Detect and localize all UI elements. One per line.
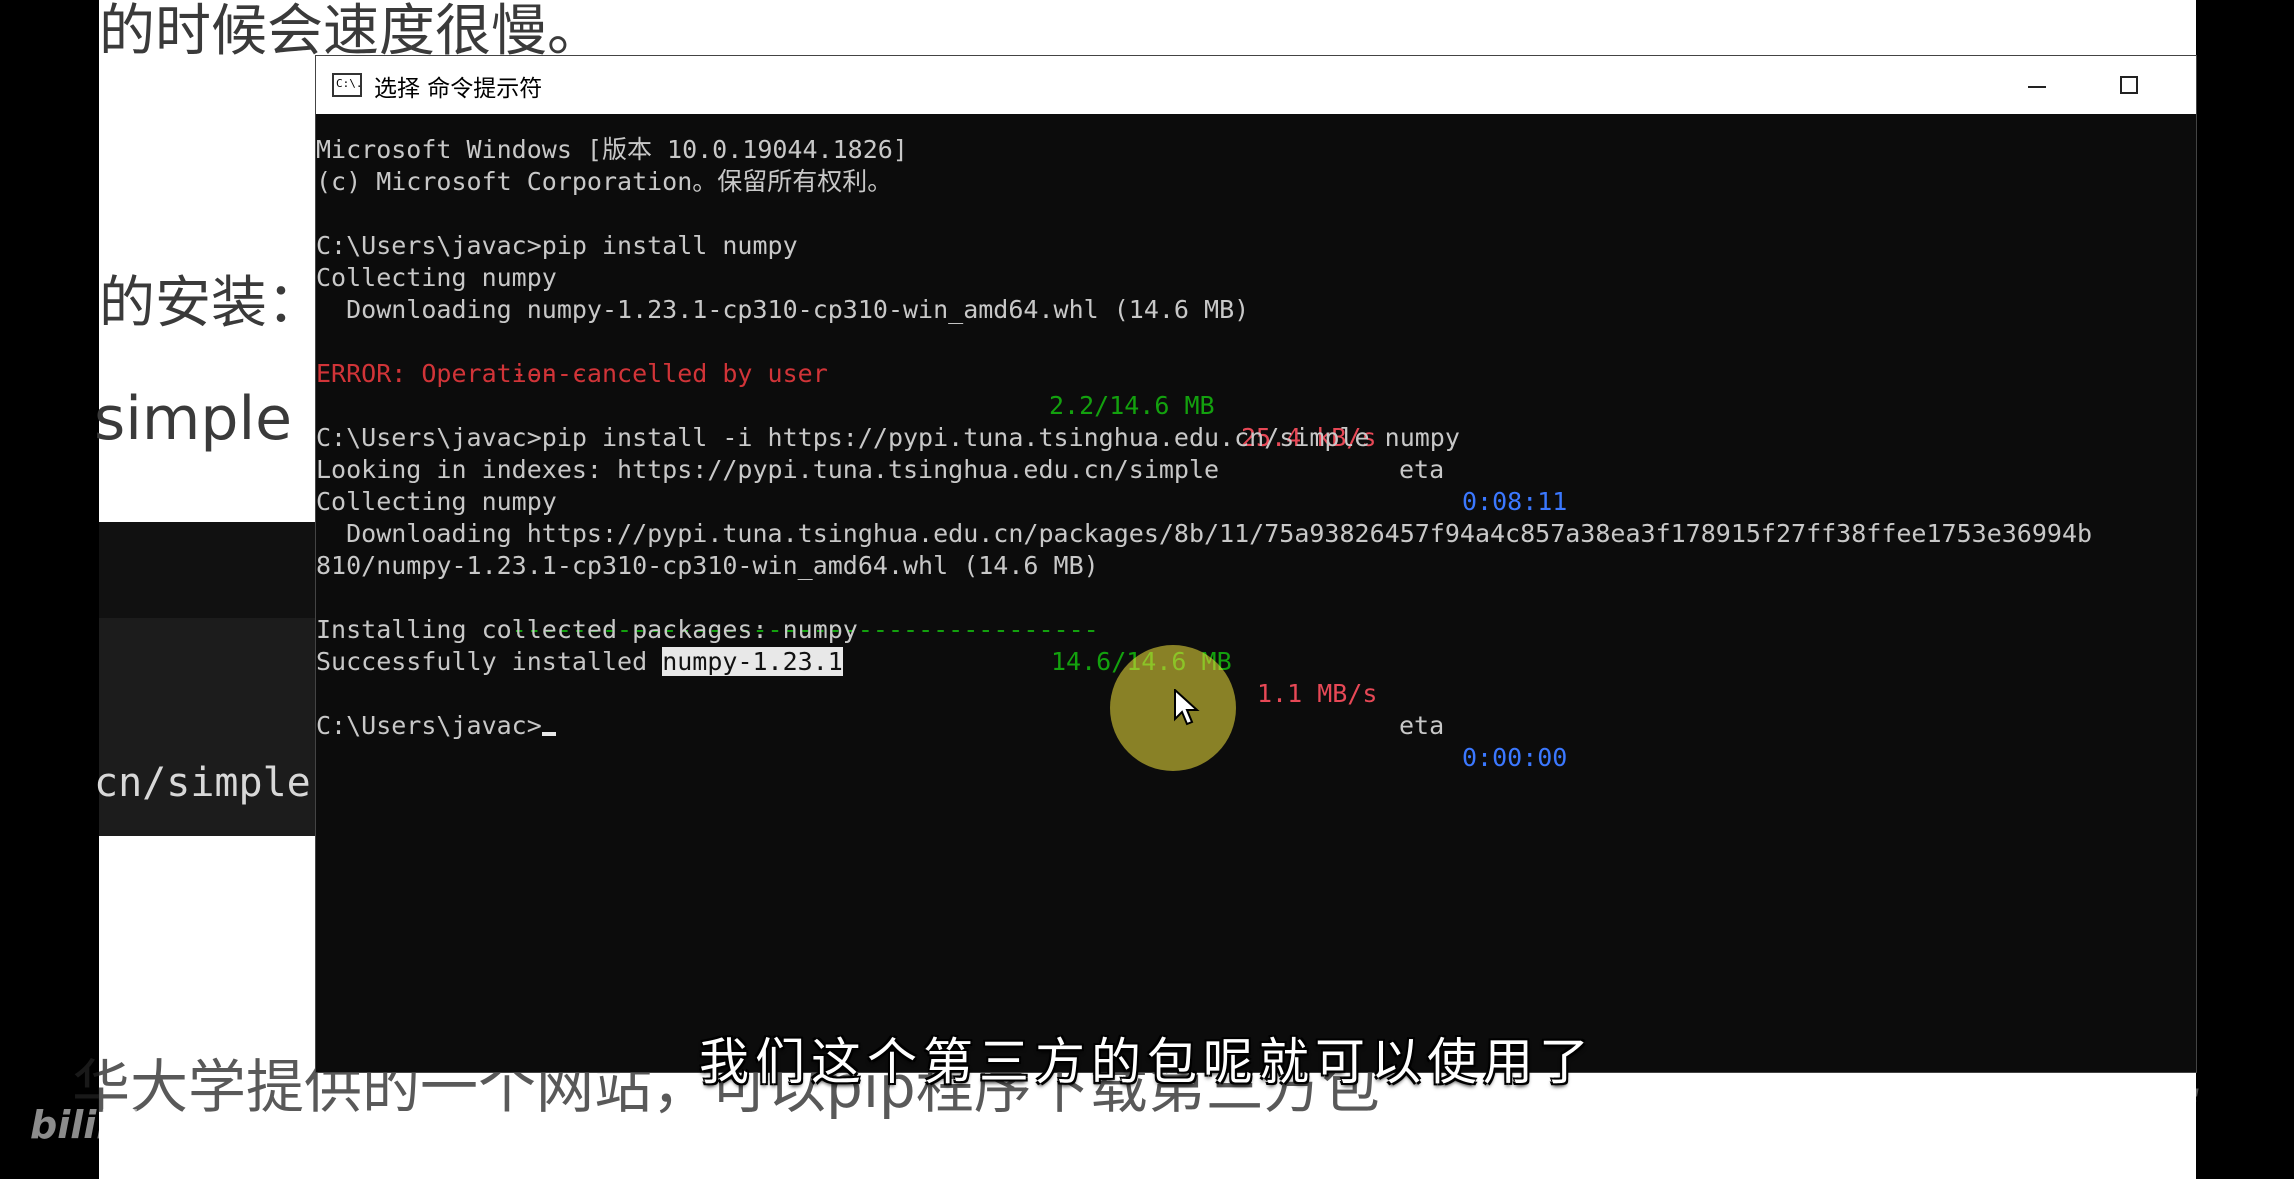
- error-line: ERROR: Operation cancelled by user: [316, 359, 828, 388]
- progress-eta-label: eta: [1399, 711, 1445, 740]
- background-text-line: 的安装：: [99, 271, 323, 336]
- console-line: (c) Microsoft Corporation。保留所有权利。: [316, 167, 893, 196]
- minimize-button[interactable]: [2002, 56, 2072, 114]
- console-line: 810/numpy-1.23.1-cp310-cp310-win_amd64.w…: [316, 551, 1099, 580]
- console-line: Downloading https://pypi.tuna.tsinghua.e…: [316, 519, 2093, 548]
- console-line: Successfully installed numpy-1.23.1: [316, 646, 843, 678]
- window-title: 选择 命令提示符: [374, 76, 543, 102]
- cmd-icon: C:\.: [332, 73, 363, 97]
- progress-speed: 1.1 MB/s: [1257, 679, 1378, 708]
- command-prompt-window[interactable]: C:\. 选择 命令提示符 Microsoft Windows [版本 10.0…: [316, 56, 2196, 1072]
- console-line: Microsoft Windows [版本 10.0.19044.1826]: [316, 135, 908, 164]
- bilibili-watermark: bilibili BV1qW4y1a7fU P97 05:42/11:07: [30, 1100, 723, 1150]
- background-code-block: [99, 522, 319, 618]
- prompt-line[interactable]: C:\Users\javac>: [316, 710, 556, 742]
- video-subtitle: 我们这个第三方的包呢就可以使用了: [699, 1033, 1595, 1091]
- bilibili-logo-icon: bilibili: [30, 1103, 163, 1147]
- text-caret: [541, 732, 556, 736]
- video-frame: 的时候会速度很慢。 的安装： simple cn/simple 华大学提供的一个…: [0, 0, 2294, 1179]
- progress-size: 2.2/14.6 MB: [1049, 391, 1215, 420]
- progress-eta-label: eta: [1399, 455, 1445, 484]
- console-line: C:\Users\javac>pip install -i https://py…: [316, 423, 1460, 452]
- progress-line: ----- 2.2/14.6 MB 25.4 kB/s eta 0:08:11: [316, 326, 1568, 516]
- cmd-icon-label: C:\.: [336, 77, 363, 90]
- selected-text[interactable]: numpy-1.23.1: [662, 647, 843, 676]
- uploader-watermark: 黑马程序员: [1826, 1096, 1976, 1131]
- prompt-text: C:\Users\javac>: [316, 711, 542, 740]
- console-line: C:\Users\javac>pip install numpy: [316, 231, 798, 260]
- console-line: Collecting numpy: [316, 263, 557, 292]
- progress-eta: 0:08:11: [1462, 487, 1568, 516]
- console-line: Downloading numpy-1.23.1-cp310-cp310-win…: [316, 295, 1250, 324]
- video-info-text: BV1qW4y1a7fU P97 05:42/11:07: [176, 1107, 724, 1143]
- console-line: Installing collected packages: numpy: [316, 615, 858, 644]
- bilibili-logo-right-icon: bilibili: [2002, 1080, 2198, 1145]
- console-output[interactable]: Microsoft Windows [版本 10.0.19044.1826] (…: [316, 114, 2196, 1072]
- console-line: Looking in indexes: https://pypi.tuna.ts…: [316, 455, 1220, 484]
- progress-eta: 0:00:00: [1462, 743, 1568, 772]
- click-highlight-circle: [1110, 645, 1236, 771]
- window-titlebar[interactable]: C:\. 选择 命令提示符: [316, 56, 2196, 114]
- progress-line: --------------------------------------- …: [316, 582, 1568, 772]
- maximize-button[interactable]: [2094, 56, 2164, 114]
- background-text-line: simple: [94, 384, 293, 454]
- console-line: Collecting numpy: [316, 487, 557, 516]
- background-code-text: cn/simple: [94, 760, 311, 806]
- success-prefix: Successfully installed: [316, 647, 663, 676]
